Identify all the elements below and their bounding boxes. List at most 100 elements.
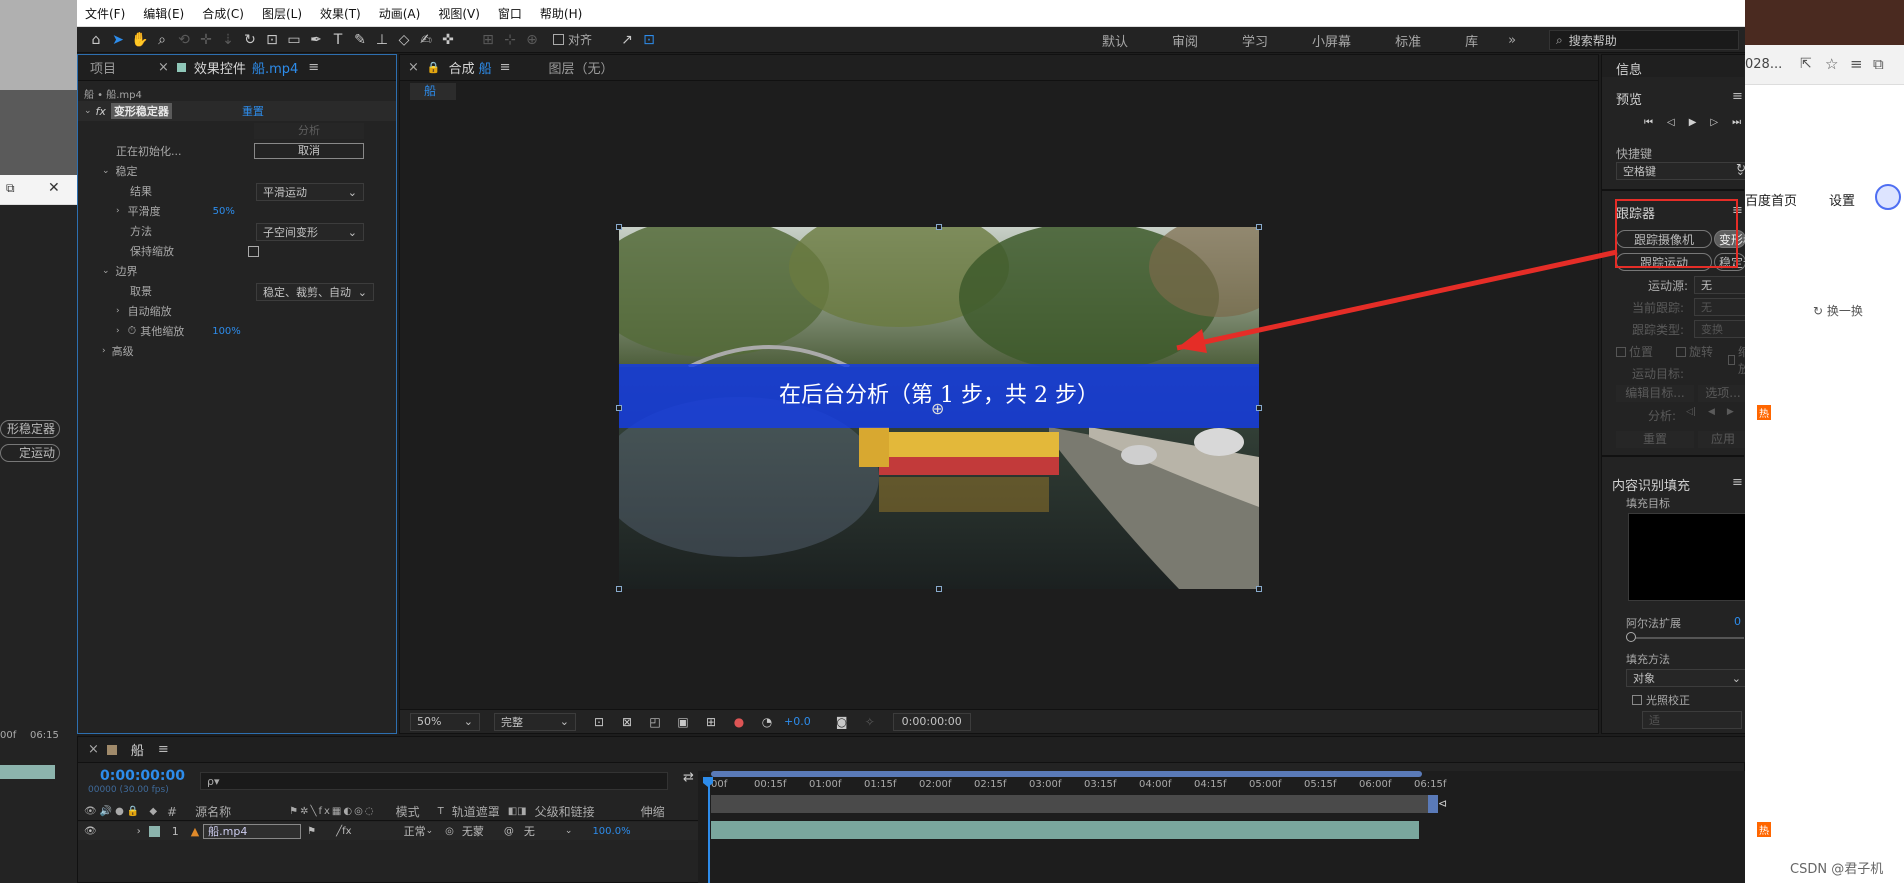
layer-handle[interactable]: [616, 224, 622, 230]
baidu-home-link[interactable]: 百度首页: [1745, 190, 1797, 209]
scale-checkbox[interactable]: [1728, 355, 1735, 365]
track-matte-pick-icon[interactable]: ◎: [445, 826, 454, 837]
rotation-option[interactable]: 旋转: [1676, 343, 1713, 360]
snap-options-icon[interactable]: ↗: [616, 29, 638, 51]
audio-switch-icon[interactable]: 🔊: [100, 806, 112, 817]
keep-scale-checkbox[interactable]: [248, 245, 259, 257]
motion-source-dropdown[interactable]: 无: [1694, 276, 1745, 294]
col-source-name[interactable]: 源名称: [195, 803, 231, 820]
analyze-button[interactable]: 分析: [254, 123, 364, 139]
play-icon[interactable]: ▶: [1689, 117, 1697, 128]
menu-layer[interactable]: 图层(L): [260, 5, 304, 22]
video-switch-icon[interactable]: 👁: [84, 806, 97, 817]
menu-edit[interactable]: 编辑(E): [141, 5, 186, 22]
layer-parent[interactable]: 无: [524, 823, 535, 839]
exposure-reset-icon[interactable]: ◔: [756, 711, 778, 733]
tab-effect-controls[interactable]: 效果控件: [194, 58, 246, 77]
alpha-slider-thumb[interactable]: [1626, 632, 1636, 642]
lock-icon[interactable]: 🔒: [427, 61, 441, 74]
layer-switch-shy-icon[interactable]: ⚑: [307, 826, 316, 837]
reading-list-icon[interactable]: ≡: [1850, 55, 1863, 73]
favorite-icon[interactable]: ☆: [1825, 55, 1838, 73]
layer-name[interactable]: 船.mp4: [203, 823, 302, 839]
fast-previews-icon[interactable]: ⊡: [588, 711, 610, 733]
browser-menu-icon[interactable]: ⧉: [1873, 55, 1884, 73]
options-button[interactable]: 选项...: [1698, 385, 1745, 402]
snap-features-icon[interactable]: ⊡: [638, 29, 660, 51]
analyze-forward-icon[interactable]: ▶: [1727, 407, 1734, 417]
work-area-end-handle[interactable]: [1428, 795, 1438, 813]
orbit-tool-icon[interactable]: ⟲: [173, 29, 195, 51]
axis-view-icon[interactable]: ⊕: [521, 29, 543, 51]
hand-tool-icon[interactable]: ✋: [129, 29, 151, 51]
pan-tool-icon[interactable]: ✛: [195, 29, 217, 51]
layer-handle[interactable]: [1256, 586, 1262, 592]
comp-flowchart-icon[interactable]: ⇄: [683, 770, 694, 785]
first-frame-icon[interactable]: ⏮: [1644, 117, 1653, 128]
solo-switch-icon[interactable]: ●: [115, 806, 124, 817]
layer-handle[interactable]: [1256, 405, 1262, 411]
other-scale-value[interactable]: 100%: [212, 326, 241, 337]
dolly-tool-icon[interactable]: ⇣: [217, 29, 239, 51]
range-dropdown[interactable]: 适: [1642, 711, 1742, 729]
comp-panel-menu-icon[interactable]: ≡: [500, 60, 511, 75]
axis-world-icon[interactable]: ⊹: [499, 29, 521, 51]
resolution-dropdown[interactable]: 完整 ⌄: [494, 712, 576, 731]
cancel-button[interactable]: 取消: [254, 143, 364, 159]
timeline-menu-icon[interactable]: ≡: [158, 742, 169, 757]
zoom-tool-icon[interactable]: ⌕: [151, 29, 173, 51]
layer-handle[interactable]: [616, 586, 622, 592]
playhead[interactable]: [708, 777, 710, 883]
rectangle-tool-icon[interactable]: ▭: [283, 29, 305, 51]
type-tool-icon[interactable]: T: [327, 29, 349, 51]
col-mode[interactable]: 模式: [396, 803, 420, 820]
menu-animation[interactable]: 动画(A): [377, 5, 423, 22]
col-parent[interactable]: 父级和链接: [535, 803, 595, 820]
tab-close-icon[interactable]: ×: [158, 60, 169, 75]
info-panel-title[interactable]: 信息: [1616, 59, 1642, 78]
framing-dropdown[interactable]: 稳定、裁剪、自动 ⌄: [256, 283, 374, 301]
menu-effect[interactable]: 效果(T): [318, 5, 363, 22]
refresh-link[interactable]: ↻ 换一换: [1813, 302, 1863, 319]
menu-file[interactable]: 文件(F): [83, 5, 127, 22]
menu-composition[interactable]: 合成(C): [200, 5, 246, 22]
snapping-checkbox[interactable]: [553, 34, 564, 45]
last-frame-icon[interactable]: ⏭: [1732, 117, 1741, 128]
tab-project[interactable]: 项目: [90, 58, 116, 77]
selection-tool-icon[interactable]: ➤: [107, 29, 129, 51]
clone-stamp-icon[interactable]: ⊥: [371, 29, 393, 51]
snapping-toggle[interactable]: 对齐: [553, 31, 592, 48]
layer-track-matte[interactable]: 无蒙: [462, 823, 484, 839]
brush-tool-icon[interactable]: ✎: [349, 29, 371, 51]
fx-collapse-icon[interactable]: ⌄: [84, 106, 92, 116]
workspace-libraries[interactable]: 库: [1443, 31, 1500, 50]
rotate-tool-icon[interactable]: ↻: [239, 29, 261, 51]
other-scale-expand-icon[interactable]: ›: [116, 326, 120, 336]
layer-handle[interactable]: [616, 405, 622, 411]
comp-tab-close-icon[interactable]: ×: [408, 60, 419, 75]
comp-end-icon[interactable]: ⊲: [1438, 797, 1452, 811]
zoom-dropdown[interactable]: 50% ⌄: [410, 712, 480, 731]
col-stretch[interactable]: 伸缩: [641, 803, 665, 820]
share-icon[interactable]: ⇱: [1800, 56, 1812, 72]
fill-method-dropdown[interactable]: 对象 ⌄: [1626, 669, 1745, 687]
menu-window[interactable]: 窗口: [496, 5, 524, 22]
content-fill-menu-icon[interactable]: ≡: [1732, 475, 1743, 490]
pen-tool-icon[interactable]: ✒: [305, 29, 327, 51]
current-track-dropdown[interactable]: 无: [1694, 298, 1745, 316]
track-type-dropdown[interactable]: 变换: [1694, 320, 1745, 338]
label-icon[interactable]: ◆: [149, 806, 157, 817]
close-icon[interactable]: ✕: [48, 180, 60, 196]
workspace-more-icon[interactable]: »: [1500, 33, 1524, 48]
borders-collapse-icon[interactable]: ⌄: [102, 266, 110, 276]
preview-panel-title[interactable]: 预览: [1616, 89, 1642, 108]
timeline-close-icon[interactable]: ×: [88, 742, 99, 757]
layer-expand-icon[interactable]: ›: [137, 826, 141, 837]
layer-bar[interactable]: [711, 821, 1419, 839]
analyze-back-frames-icon[interactable]: ◁|: [1686, 407, 1696, 417]
reset-shortcut-icon[interactable]: ↻: [1736, 161, 1745, 175]
region-of-interest-icon[interactable]: ▣: [672, 711, 694, 733]
work-area-bar[interactable]: [711, 771, 1422, 777]
axis-local-icon[interactable]: ⊞: [477, 29, 499, 51]
alpha-expand-value[interactable]: 0: [1734, 615, 1741, 628]
